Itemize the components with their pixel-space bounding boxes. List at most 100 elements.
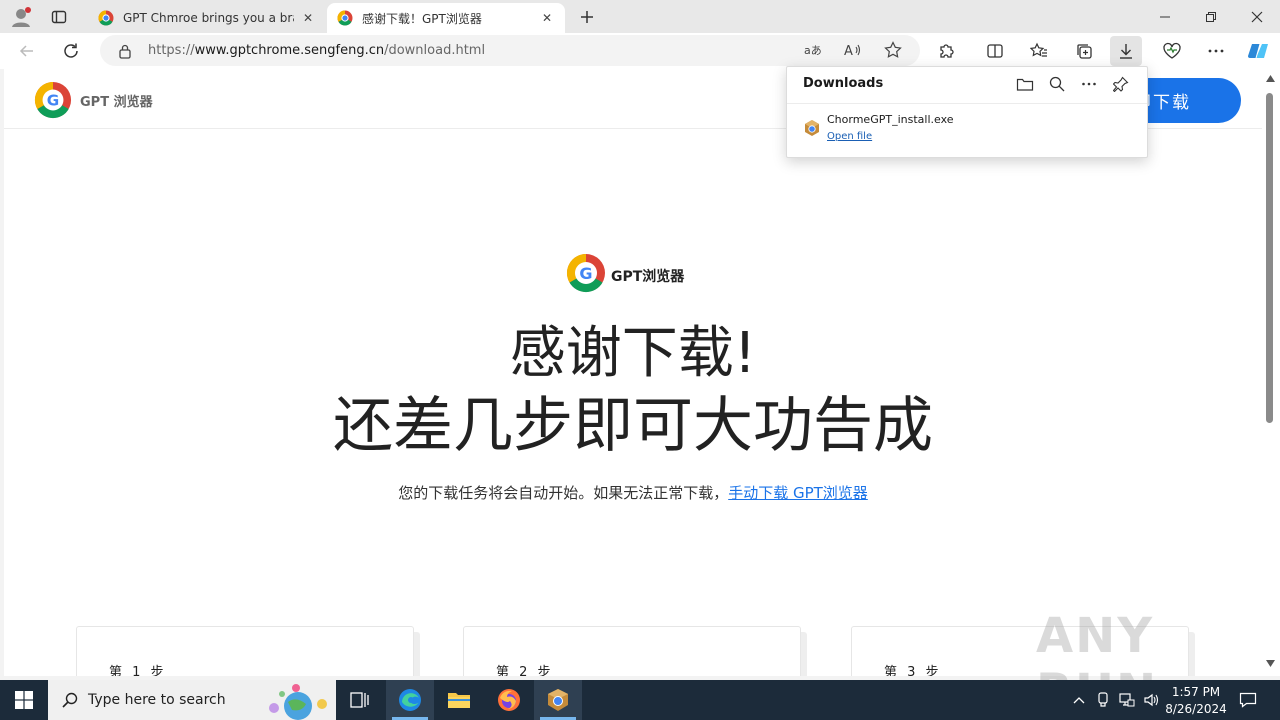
lock-icon[interactable] bbox=[118, 43, 132, 59]
folder-icon bbox=[1016, 78, 1034, 91]
favorites-button[interactable] bbox=[1023, 36, 1055, 66]
tab-title: 感谢下载！GPT浏览器 bbox=[362, 11, 482, 26]
taskbar-search-box[interactable]: Type here to search bbox=[48, 680, 336, 720]
downloads-panel: Downloads ChormeGPT_install.exe Open fil… bbox=[786, 66, 1148, 158]
url-path: /download.html bbox=[384, 43, 486, 58]
search-placeholder: Type here to search bbox=[88, 692, 226, 708]
open-file-link[interactable]: Open file bbox=[827, 131, 872, 142]
hero-subtitle: 还差几步即可大功告成 bbox=[333, 391, 933, 461]
download-icon bbox=[1120, 44, 1132, 59]
address-bar[interactable]: https://www.gptchrome.sengfeng.cn/downlo… bbox=[100, 35, 920, 66]
tab-close-icon[interactable]: ✕ bbox=[300, 10, 316, 26]
extensions-button[interactable] bbox=[931, 36, 963, 66]
search-highlight-icon bbox=[269, 684, 327, 720]
back-arrow-icon bbox=[19, 45, 33, 57]
tray-device-button[interactable] bbox=[1092, 680, 1114, 720]
svg-text:A: A bbox=[844, 44, 853, 58]
search-downloads-button[interactable] bbox=[1045, 73, 1069, 95]
refresh-icon bbox=[64, 43, 78, 58]
favorite-star-button[interactable] bbox=[877, 35, 909, 65]
tab-actions-button[interactable] bbox=[44, 4, 74, 30]
windows-logo-icon bbox=[15, 691, 33, 709]
downloads-more-button[interactable] bbox=[1077, 73, 1101, 95]
copilot-button[interactable] bbox=[1242, 36, 1274, 66]
taskbar-installer[interactable] bbox=[534, 680, 582, 720]
scroll-up-icon[interactable] bbox=[1266, 75, 1275, 82]
scroll-thumb[interactable] bbox=[1266, 93, 1273, 423]
star-icon bbox=[884, 41, 902, 58]
heartbeat-icon bbox=[1163, 42, 1181, 59]
minimize-icon bbox=[1160, 16, 1170, 17]
tray-overflow-button[interactable] bbox=[1068, 680, 1090, 720]
browser-toolbar: https://www.gptchrome.sengfeng.cn/downlo… bbox=[0, 33, 1280, 69]
close-icon bbox=[1251, 11, 1263, 22]
tab-actions-icon bbox=[51, 10, 67, 24]
tab-title: GPT Chmroe brings you a brand new bbox=[123, 11, 294, 25]
chevron-up-icon bbox=[1073, 697, 1085, 704]
tray-volume-button[interactable] bbox=[1140, 680, 1162, 720]
read-aloud-icon: A bbox=[844, 44, 861, 58]
start-button[interactable] bbox=[0, 680, 48, 720]
step-label: 第 2 步 bbox=[496, 665, 554, 676]
browser-essentials-button[interactable] bbox=[1156, 36, 1188, 66]
open-downloads-folder-button[interactable] bbox=[1013, 73, 1037, 95]
download-file-name[interactable]: ChormeGPT_install.exe bbox=[827, 113, 954, 126]
new-tab-button[interactable] bbox=[572, 4, 602, 30]
page-viewport: G GPT 浏览器 即下载 G GPT浏览器 感谢下载! 还差几步即可大功告成 … bbox=[4, 69, 1262, 676]
copilot-icon bbox=[1248, 43, 1268, 59]
minimize-button[interactable] bbox=[1142, 0, 1188, 33]
settings-menu-button[interactable] bbox=[1200, 36, 1232, 66]
network-icon bbox=[1119, 693, 1135, 707]
split-screen-button[interactable] bbox=[979, 36, 1011, 66]
firefox-icon bbox=[498, 689, 520, 711]
search-icon bbox=[62, 692, 78, 708]
url-scheme: https:// bbox=[148, 43, 195, 58]
translate-button[interactable]: aあ bbox=[797, 35, 829, 65]
url-host: www.gptchrome.sengfeng.cn bbox=[194, 43, 385, 58]
step-label: 第 3 步 bbox=[884, 665, 942, 676]
taskbar-file-explorer[interactable] bbox=[435, 680, 483, 720]
hero-title: 感谢下载! bbox=[509, 321, 757, 386]
more-options-icon bbox=[1208, 49, 1224, 53]
step-label: 第 1 步 bbox=[109, 665, 167, 676]
svg-text:aあ: aあ bbox=[804, 44, 822, 57]
profile-button[interactable] bbox=[6, 4, 36, 30]
restore-button[interactable] bbox=[1188, 0, 1234, 33]
pin-downloads-button[interactable] bbox=[1109, 73, 1133, 95]
notification-center-button[interactable] bbox=[1234, 680, 1262, 720]
downloads-button[interactable] bbox=[1110, 36, 1142, 66]
restore-icon bbox=[1206, 11, 1216, 22]
tray-network-button[interactable] bbox=[1116, 680, 1138, 720]
header-brand-name[interactable]: GPT 浏览器 bbox=[80, 91, 153, 110]
hero-logo: G bbox=[566, 253, 605, 293]
read-aloud-button[interactable]: A bbox=[837, 35, 869, 65]
plus-icon bbox=[581, 11, 593, 23]
volume-icon bbox=[1144, 693, 1159, 707]
gpt-browser-logo[interactable]: G bbox=[34, 81, 72, 119]
chrome-favicon-icon bbox=[337, 10, 353, 26]
collections-button[interactable] bbox=[1068, 36, 1100, 66]
chrome-favicon-icon bbox=[98, 10, 114, 26]
taskbar-edge[interactable] bbox=[386, 680, 434, 720]
tab-download-page[interactable]: 感谢下载！GPT浏览器 ✕ bbox=[327, 3, 565, 33]
search-icon bbox=[1049, 76, 1065, 92]
taskbar-firefox[interactable] bbox=[485, 680, 533, 720]
manual-download-link[interactable]: 手动下载 GPT浏览器 bbox=[728, 484, 868, 502]
refresh-button[interactable] bbox=[56, 36, 86, 66]
tab-close-icon[interactable]: ✕ bbox=[539, 10, 555, 26]
more-options-icon bbox=[1082, 82, 1096, 86]
tab-strip: GPT Chmroe brings you a brand new ✕ 感谢下载… bbox=[0, 0, 1280, 33]
tab-gpt-chmroe[interactable]: GPT Chmroe brings you a brand new ✕ bbox=[88, 3, 326, 33]
back-button[interactable] bbox=[12, 36, 42, 66]
url-text: https://www.gptchrome.sengfeng.cn/downlo… bbox=[148, 43, 485, 58]
taskbar-clock-time[interactable]: 1:57 PM bbox=[1162, 685, 1230, 699]
close-window-button[interactable] bbox=[1234, 0, 1280, 33]
page-scrollbar[interactable] bbox=[1262, 69, 1280, 676]
windows-taskbar: Type here to search 1:57 PM 8/26/2024 bbox=[0, 680, 1280, 720]
folder-icon bbox=[448, 693, 470, 708]
installer-file-icon bbox=[548, 689, 568, 711]
hero-brand-name: GPT浏览器 bbox=[611, 269, 685, 285]
taskbar-clock-date[interactable]: 8/26/2024 bbox=[1162, 702, 1230, 716]
task-view-button[interactable] bbox=[336, 680, 384, 720]
device-icon bbox=[1098, 692, 1108, 707]
